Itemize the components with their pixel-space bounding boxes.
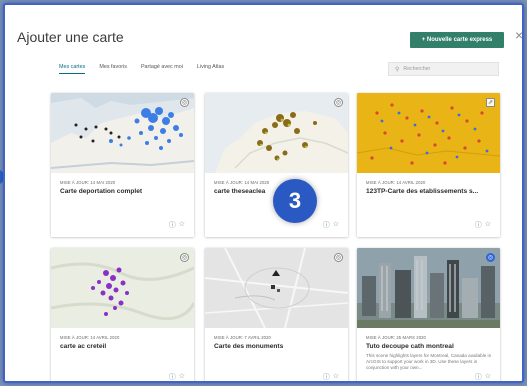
share-icon: ⇗	[486, 98, 495, 107]
map-thumbnail: ◎	[51, 93, 194, 173]
map-thumbnail: ◎	[357, 248, 500, 328]
globe-icon: ◎	[334, 253, 343, 262]
map-thumbnail: ◎	[51, 248, 194, 328]
card-actions: ⓘ ☆	[169, 372, 185, 381]
card-updated-date: MISE À JOUR: 25 MARS 2020	[366, 335, 426, 340]
star-icon[interactable]: ☆	[333, 372, 339, 381]
search-input[interactable]: ⚲ Rechercher	[388, 62, 499, 76]
card-updated-date: MISE À JOUR: 14 AVRIL 2020	[366, 180, 426, 185]
search-icon: ⚲	[395, 66, 400, 73]
step-number-badge: 3	[273, 179, 317, 223]
tab-my-favorites[interactable]: Mes favoris	[99, 64, 127, 74]
info-icon[interactable]: ⓘ	[475, 220, 482, 230]
card-actions: ⓘ ☆	[475, 372, 491, 381]
card-description: This scene highlights layers for Montrea…	[366, 353, 492, 370]
new-express-map-button[interactable]: + Nouvelle carte express	[410, 32, 504, 48]
tab-living-atlas[interactable]: Living Atlas	[197, 64, 224, 74]
card-updated-date: MISE À JOUR: 14 MAI 2020	[60, 180, 116, 185]
star-icon[interactable]: ☆	[179, 220, 185, 230]
card-title: Tuto decoupe cath montreal	[366, 343, 454, 350]
map-card[interactable]: ◎ MISE À JOUR: 14 MAI 2020 Carte deporta…	[51, 93, 194, 237]
info-icon[interactable]: ⓘ	[323, 220, 330, 230]
card-title: 123TP-Carte des etablissements s...	[366, 188, 479, 195]
info-icon[interactable]: ⓘ	[169, 372, 176, 381]
card-title: carte theseaclea	[214, 188, 266, 195]
star-icon[interactable]: ☆	[485, 220, 491, 230]
map-thumbnail: ◎	[205, 93, 348, 173]
tab-bar: Mes cartes Mes favoris Partagé avec moi …	[59, 64, 224, 74]
add-map-dialog: Ajouter une carte + Nouvelle carte expre…	[3, 3, 524, 383]
card-actions: ⓘ ☆	[169, 220, 185, 230]
map-card[interactable]: ⇗ MISE À JOUR: 14 AVRIL 2020 123TP-Carte…	[357, 93, 500, 237]
card-actions: ⓘ ☆	[475, 220, 491, 230]
card-updated-date: MISE À JOUR: 7 AVRIL 2020	[214, 335, 271, 340]
dialog-title: Ajouter une carte	[17, 29, 124, 45]
star-icon[interactable]: ☆	[333, 220, 339, 230]
card-title: carte ac creteil	[60, 343, 107, 350]
tab-shared-with-me[interactable]: Partagé avec moi	[141, 64, 183, 74]
globe-icon: ◎	[180, 253, 189, 262]
map-thumbnail: ⇗	[357, 93, 500, 173]
map-grid: ◎ MISE À JOUR: 14 MAI 2020 Carte deporta…	[51, 93, 507, 381]
info-icon[interactable]: ⓘ	[323, 372, 330, 381]
map-thumbnail: ◎	[205, 248, 348, 328]
card-title: Carte deportation complet	[60, 188, 143, 195]
card-updated-date: MISE À JOUR: 14 MAI 2020	[214, 180, 270, 185]
close-icon[interactable]: ×	[515, 28, 522, 42]
globe-blue-icon: ◎	[486, 253, 495, 262]
star-icon[interactable]: ☆	[179, 372, 185, 381]
search-placeholder: Rechercher	[403, 66, 431, 72]
card-actions: ⓘ ☆	[323, 220, 339, 230]
map-card[interactable]: ◎ MISE À JOUR: 25 MARS 2020 Tuto decoupe…	[357, 248, 500, 381]
card-actions: ⓘ ☆	[323, 372, 339, 381]
tab-my-maps[interactable]: Mes cartes	[59, 64, 86, 74]
map-card[interactable]: ◎ MISE À JOUR: 14 AVRIL 2020 carte ac cr…	[51, 248, 194, 381]
info-icon[interactable]: ⓘ	[475, 372, 482, 381]
globe-icon: ◎	[334, 98, 343, 107]
card-title: Carte des monuments	[214, 343, 284, 350]
map-card[interactable]: ◎ MISE À JOUR: 7 AVRIL 2020 Carte des mo…	[205, 248, 348, 381]
map-card[interactable]: ◎ MISE À JOUR: 14 MAI 2020 carte theseac…	[205, 93, 348, 237]
card-updated-date: MISE À JOUR: 14 AVRIL 2020	[60, 335, 120, 340]
star-icon[interactable]: ☆	[485, 372, 491, 381]
globe-icon: ◎	[180, 98, 189, 107]
info-icon[interactable]: ⓘ	[169, 220, 176, 230]
